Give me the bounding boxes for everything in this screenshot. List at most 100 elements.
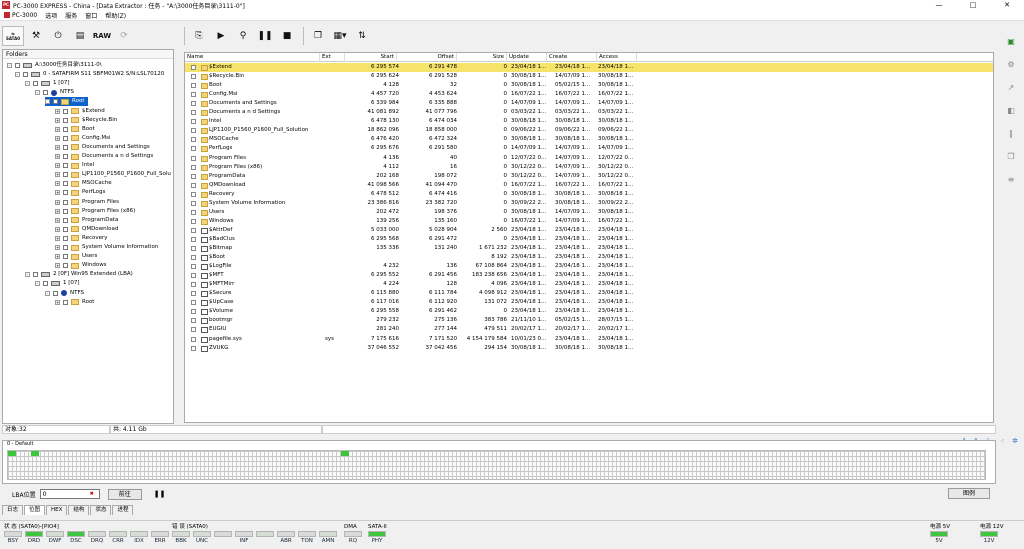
node-checkbox[interactable]	[63, 226, 68, 232]
tool-1-button[interactable]: ⚙	[1004, 57, 1018, 71]
node-checkbox[interactable]	[63, 299, 68, 305]
file-row[interactable]: $Recycle.Bin 6 295 624 6 291 528 0 30/08/18 …	[185, 72, 993, 81]
node-checkbox[interactable]	[63, 154, 68, 159]
column-header-name[interactable]: Name	[185, 53, 320, 62]
file-row[interactable]: Intel 6 478 130 6 474 034 0 30/08/18 1... 30/…	[185, 117, 993, 126]
file-row[interactable]: $LogFile 4 232 136 67 108 864 23/04/18 1... 2…	[185, 262, 993, 271]
bike-button[interactable]: ⚲	[233, 26, 253, 46]
file-row[interactable]: EUGIU 281 240 277 144 479 511 20/02/17 1... 2…	[185, 325, 993, 334]
sector-map-grid[interactable]	[7, 450, 986, 480]
file-row[interactable]: Windows 139 256 135 160 0 16/07/22 1... 14/07…	[185, 217, 993, 226]
legend-button[interactable]: 图例	[947, 488, 990, 499]
row-checkbox[interactable]	[191, 209, 196, 215]
expand-toggle-icon[interactable]: +	[55, 108, 60, 114]
file-row[interactable]: Program Files 4 136 40 0 12/07/22 0... 14/07/…	[185, 154, 993, 163]
tool-5-button[interactable]: ❐	[1004, 149, 1018, 163]
expand-toggle-icon[interactable]: +	[55, 263, 60, 269]
expand-toggle-icon[interactable]: +	[55, 144, 60, 150]
expand-toggle-icon[interactable]: +	[55, 235, 60, 241]
tree-node[interactable]: + ProgramData	[55, 216, 118, 225]
export-button[interactable]: ⎘	[189, 26, 209, 46]
tool-2-button[interactable]: ↗	[1004, 80, 1018, 94]
reset-button[interactable]: ⏻	[48, 26, 68, 46]
expand-toggle-icon[interactable]: +	[55, 299, 60, 305]
file-row[interactable]: System Volume Information 23 386 816 23 38…	[185, 199, 993, 208]
row-checkbox[interactable]	[191, 146, 196, 152]
file-row[interactable]: $Extend 6 295 574 6 291 478 0 23/04/18 1... 2…	[185, 63, 993, 72]
row-checkbox[interactable]	[191, 65, 196, 70]
tree-node[interactable]: + Recovery	[55, 234, 108, 243]
row-checkbox[interactable]	[191, 218, 196, 224]
row-checkbox[interactable]	[191, 137, 196, 143]
tree-node[interactable]: + Program Files (x86)	[55, 207, 135, 216]
expand-toggle-icon[interactable]: -	[25, 272, 30, 278]
raw-button[interactable]: RAW	[92, 26, 112, 46]
row-checkbox[interactable]	[191, 155, 196, 161]
node-checkbox[interactable]	[63, 217, 68, 223]
drive-mode-button[interactable]: ▤	[70, 26, 90, 46]
file-row[interactable]: $Secure 6 115 880 6 111 784 4 098 912 23/04/…	[185, 289, 993, 298]
expand-toggle-icon[interactable]: +	[55, 154, 60, 159]
node-checkbox[interactable]	[63, 263, 68, 269]
expand-toggle-icon[interactable]: +	[55, 208, 60, 214]
node-checkbox[interactable]	[63, 117, 68, 123]
tree-node[interactable]: - NTFS	[45, 289, 84, 298]
expand-toggle-icon[interactable]: +	[55, 254, 60, 260]
expand-toggle-icon[interactable]: +	[55, 172, 60, 178]
expand-toggle-icon[interactable]: +	[55, 245, 60, 250]
tree-node[interactable]: + LJP1100_P1560_P1600_Full_Solu	[55, 170, 171, 179]
expand-toggle-icon[interactable]: +	[55, 226, 60, 232]
expand-toggle-icon[interactable]: -	[15, 72, 20, 78]
file-row[interactable]: $MFTMirr 4 224 128 4 096 23/04/18 1... 23/04/…	[185, 280, 993, 289]
expand-toggle-icon[interactable]: -	[45, 99, 50, 105]
row-checkbox[interactable]	[191, 164, 196, 170]
row-checkbox[interactable]	[191, 291, 196, 297]
tree-node[interactable]: + Boot	[55, 125, 95, 134]
expand-toggle-icon[interactable]: +	[55, 181, 60, 187]
row-checkbox[interactable]	[191, 182, 196, 188]
file-row[interactable]: bootmgr 279 232 275 136 383 786 21/11/10 1..…	[185, 316, 993, 325]
node-checkbox[interactable]	[15, 63, 20, 68]
node-checkbox[interactable]	[23, 72, 28, 78]
file-row[interactable]: $UpCase 6 117 016 6 112 920 131 072 23/04/18…	[185, 298, 993, 307]
expand-toggle-icon[interactable]: +	[55, 135, 60, 141]
tools-button[interactable]: ⚒	[26, 26, 46, 46]
tree-node[interactable]: + $Extend	[55, 107, 105, 116]
row-checkbox[interactable]	[191, 309, 196, 315]
view-mode-button[interactable]: ▦▾	[330, 26, 350, 46]
row-checkbox[interactable]	[191, 282, 196, 288]
file-row[interactable]: $Bitmap 135 336 131 240 1 671 232 23/04/18 1…	[185, 244, 993, 253]
node-checkbox[interactable]	[63, 144, 68, 150]
file-row[interactable]: Recovery 6 478 512 6 474 416 0 30/08/18 1...…	[185, 190, 993, 199]
tab-hex[interactable]: HEX	[46, 505, 68, 515]
file-row[interactable]: Documents a n d Settings 41 081 892 41 077…	[185, 108, 993, 117]
expand-toggle-icon[interactable]: -	[35, 281, 40, 287]
minimize-button[interactable]: —	[922, 1, 956, 9]
row-checkbox[interactable]	[191, 264, 196, 270]
tab-structure[interactable]: 结构	[68, 505, 90, 515]
menu-window[interactable]: 窗口	[81, 11, 101, 20]
node-checkbox[interactable]	[53, 99, 58, 105]
tree-node[interactable]: + Windows	[55, 261, 107, 270]
column-header-create[interactable]: Create	[547, 53, 597, 62]
map-pause-button[interactable]: ❚❚	[154, 490, 166, 498]
expand-toggle-icon[interactable]: +	[55, 190, 60, 196]
tab-process[interactable]: 进程	[112, 505, 134, 515]
row-checkbox[interactable]	[191, 101, 196, 107]
file-row[interactable]: Program Files (x86) 4 112 16 0 30/12/22 0...…	[185, 163, 993, 172]
row-checkbox[interactable]	[191, 83, 196, 89]
node-checkbox[interactable]	[33, 272, 38, 278]
file-row[interactable]: Documents and Settings 6 339 984 6 335 888…	[185, 99, 993, 108]
row-checkbox[interactable]	[191, 236, 196, 242]
node-checkbox[interactable]	[63, 126, 68, 132]
row-checkbox[interactable]	[191, 119, 196, 125]
node-checkbox[interactable]	[63, 254, 68, 260]
clear-input-icon[interactable]: ✖	[90, 491, 94, 497]
refresh-button[interactable]: ⟳	[114, 26, 134, 46]
file-row[interactable]: $Volume 6 295 558 6 291 462 0 23/04/18 1... 2…	[185, 307, 993, 316]
row-checkbox[interactable]	[191, 336, 196, 342]
expand-toggle-icon[interactable]: +	[55, 199, 60, 205]
expand-toggle-icon[interactable]: -	[25, 81, 30, 87]
tree-node[interactable]: + Root	[55, 298, 94, 307]
row-checkbox[interactable]	[191, 246, 196, 251]
